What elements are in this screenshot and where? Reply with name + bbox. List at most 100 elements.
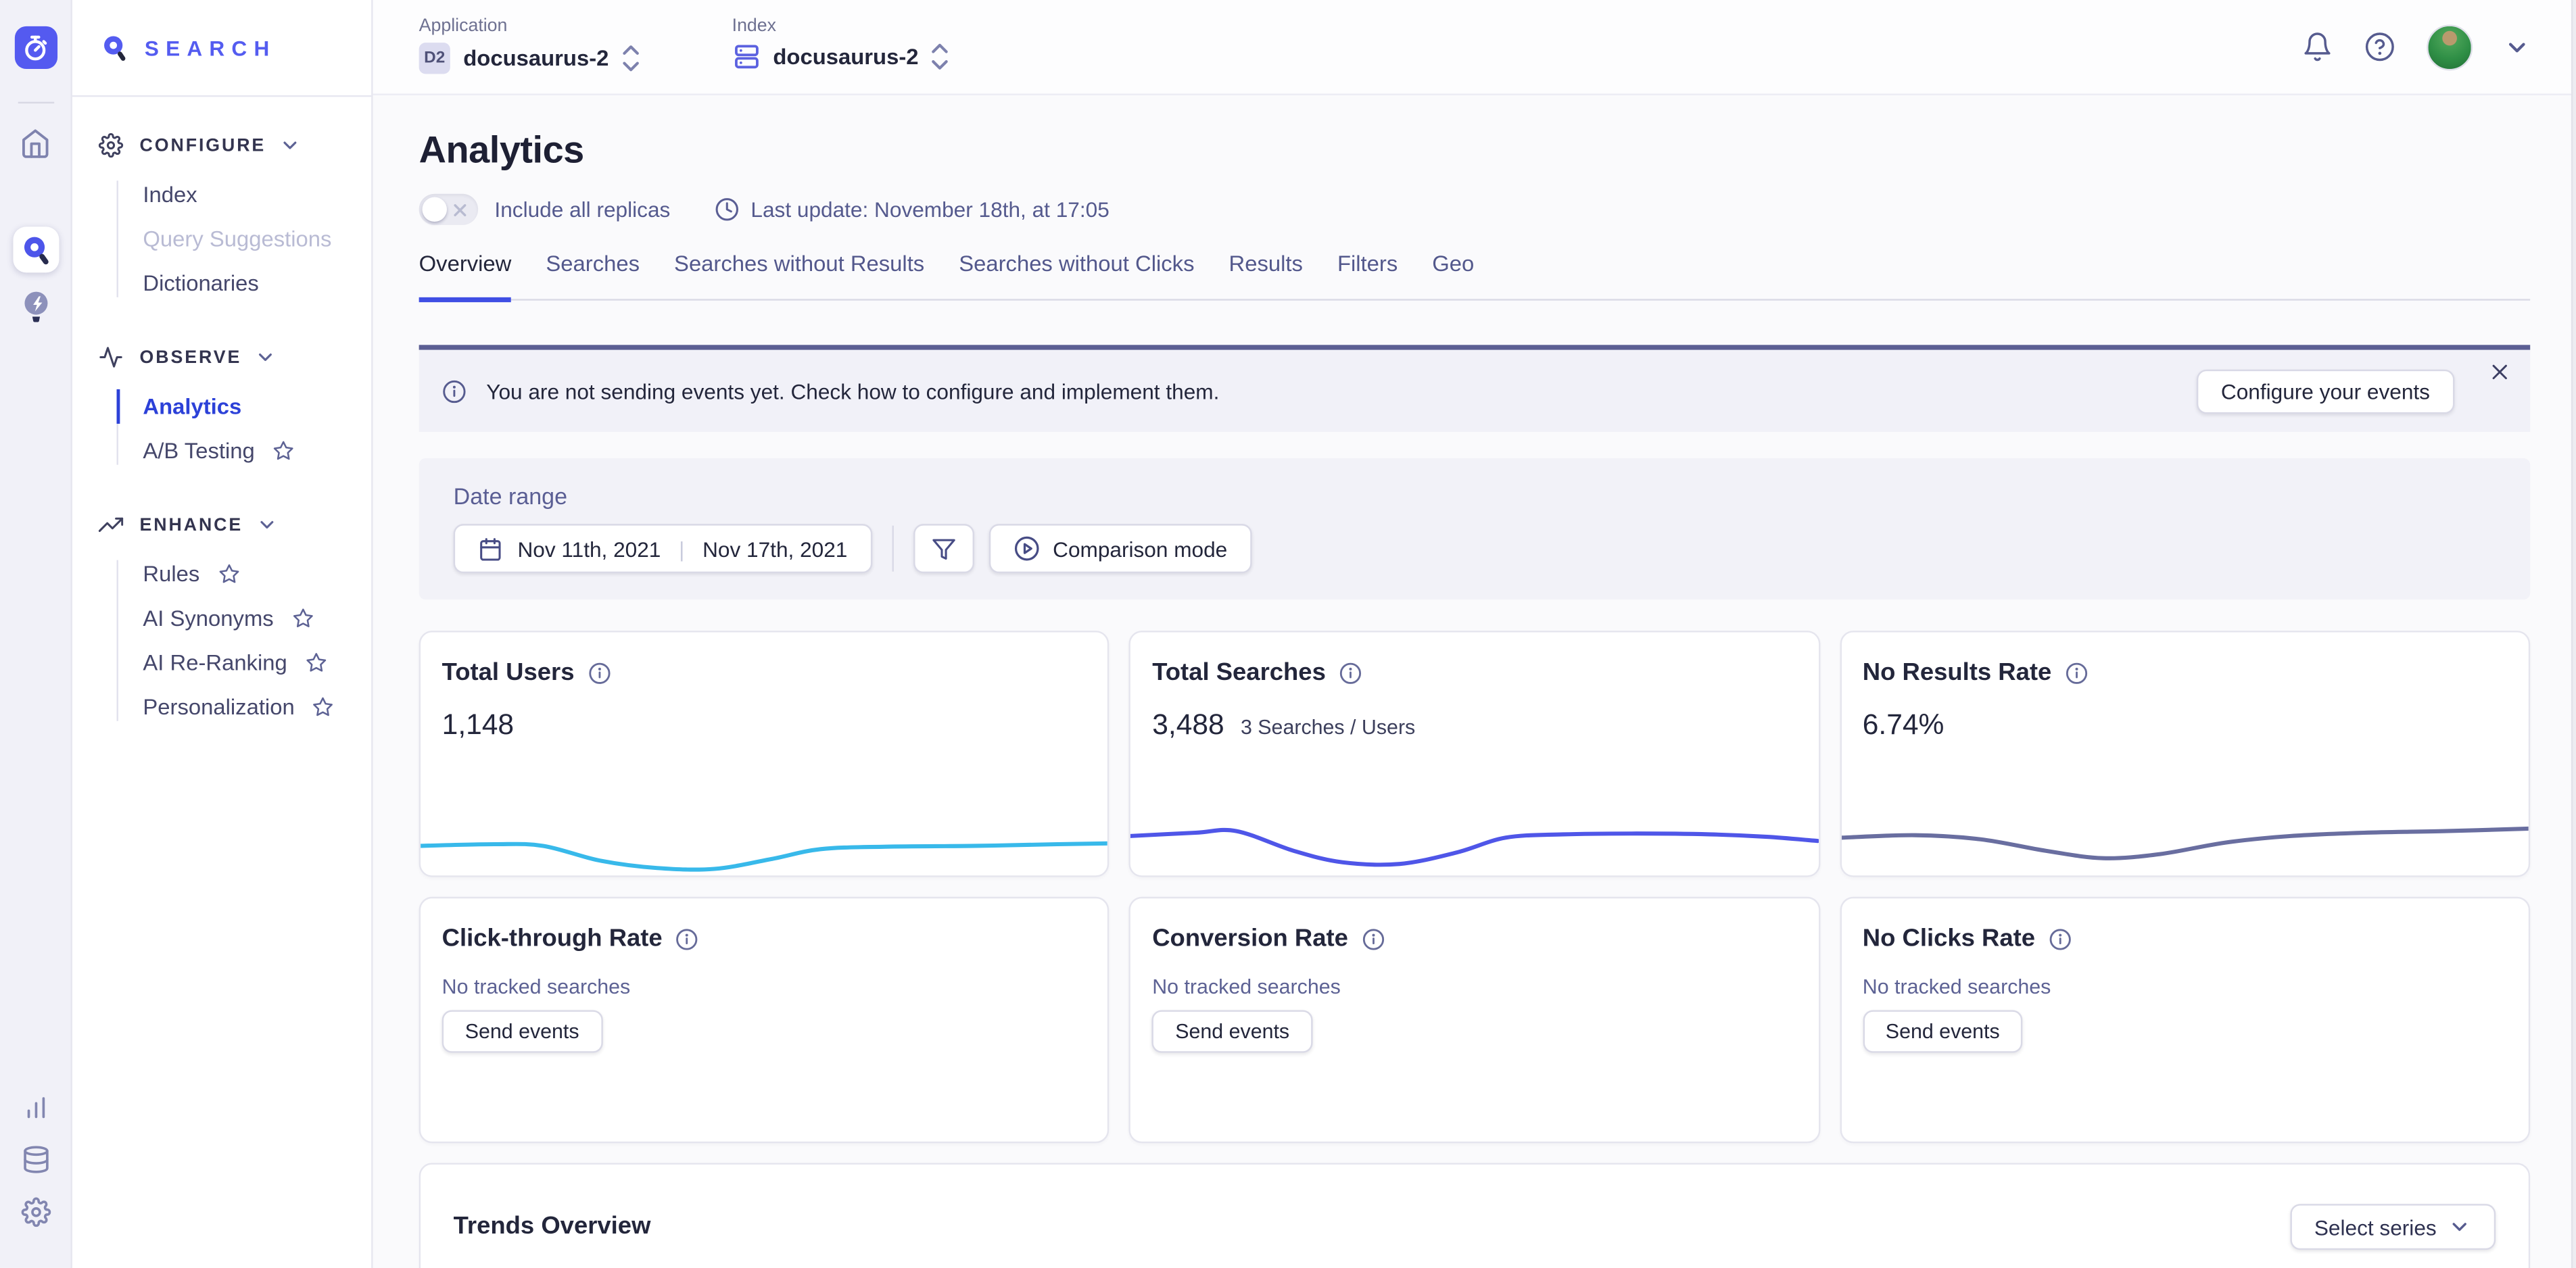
tab-filters[interactable]: Filters <box>1337 251 1398 299</box>
user-avatar[interactable] <box>2427 24 2473 70</box>
replicas-toggle-row: Include all replicas Last update: Novemb… <box>419 194 2531 225</box>
lightbulb-icon[interactable] <box>18 287 53 325</box>
include-replicas-toggle[interactable] <box>419 194 478 225</box>
scrollbar[interactable] <box>2571 0 2576 1268</box>
info-icon[interactable] <box>588 661 611 684</box>
star-icon[interactable] <box>312 696 334 718</box>
card-total-users: Total Users 1,148 <box>419 631 1110 877</box>
comparison-mode-button[interactable]: Comparison mode <box>988 524 1251 573</box>
select-series-button[interactable]: Select series <box>2289 1204 2496 1250</box>
info-icon <box>442 379 467 403</box>
star-icon[interactable] <box>305 652 327 674</box>
nav-section-label: ENHANCE <box>140 515 243 535</box>
index-label: Index <box>732 16 949 36</box>
app-window: SEARCH CONFIGURE Index <box>0 0 2576 1268</box>
nav-section-observe: OBSERVE Analytics A/B Testing <box>72 332 371 473</box>
card-no-results-rate: No Results Rate 6.74% <box>1840 631 2530 877</box>
home-icon[interactable] <box>20 128 51 160</box>
database-icon[interactable] <box>20 1145 50 1175</box>
info-icon[interactable] <box>2065 661 2088 684</box>
card-empty-text: No tracked searches <box>1863 975 2507 998</box>
info-icon[interactable] <box>675 927 698 950</box>
star-icon[interactable] <box>291 608 313 629</box>
help-icon[interactable] <box>2364 31 2395 62</box>
application-value: docusaurus-2 <box>463 46 609 70</box>
main-area: Application D2 docusaurus-2 Index <box>373 0 2576 1268</box>
sparkline-chart <box>421 810 1108 875</box>
sidebar-item-query-suggestions[interactable]: Query Suggestions <box>72 217 371 262</box>
tab-geo[interactable]: Geo <box>1432 251 1474 299</box>
nav-section-enhance: ENHANCE Rules AI Synonyms AI Re-Ranking <box>72 499 371 729</box>
last-update-text: Last update: November 18th, at 17:05 <box>750 197 1109 222</box>
page-title: Analytics <box>419 128 2531 171</box>
sidebar-item-dictionaries[interactable]: Dictionaries <box>72 261 371 306</box>
rail-divider <box>18 102 53 103</box>
tab-searches-without-results[interactable]: Searches without Results <box>674 251 924 299</box>
star-icon[interactable] <box>272 440 294 462</box>
bar-chart-icon[interactable] <box>20 1092 50 1122</box>
send-events-button[interactable]: Send events <box>442 1010 602 1052</box>
filter-funnel-button[interactable] <box>913 524 974 573</box>
card-value: 3,488 <box>1152 708 1224 742</box>
sidebar-item-ai-synonyms[interactable]: AI Synonyms <box>72 596 371 641</box>
card-empty-text: No tracked searches <box>442 975 1087 998</box>
tab-searches-without-clicks[interactable]: Searches without Clicks <box>959 251 1194 299</box>
gear-icon[interactable] <box>20 1197 50 1227</box>
info-icon[interactable] <box>2048 927 2071 950</box>
info-icon[interactable] <box>1339 661 1362 684</box>
index-selector[interactable]: docusaurus-2 <box>732 43 949 70</box>
sidebar: SEARCH CONFIGURE Index <box>72 0 373 1268</box>
sidebar-item-personalization[interactable]: Personalization <box>72 685 371 729</box>
search-icon[interactable] <box>12 226 58 272</box>
bell-icon[interactable] <box>2301 31 2333 62</box>
sidebar-item-index[interactable]: Index <box>72 172 371 217</box>
card-title: No Clicks Rate <box>1863 925 2035 952</box>
configure-events-button[interactable]: Configure your events <box>2196 369 2454 414</box>
card-empty-text: No tracked searches <box>1152 975 1796 998</box>
sparkline-chart <box>1131 810 1819 875</box>
gear-icon <box>99 133 123 157</box>
sidebar-item-label: Analytics <box>143 394 241 418</box>
nav-section-label: CONFIGURE <box>140 135 266 155</box>
send-events-button[interactable]: Send events <box>1863 1010 2023 1052</box>
sparkline-chart <box>1841 810 2529 875</box>
star-icon[interactable] <box>218 563 239 585</box>
analytics-tabs: Overview Searches Searches without Resul… <box>419 251 2531 301</box>
card-no-clicks-rate: No Clicks Rate No tracked searches Send … <box>1840 897 2530 1144</box>
tab-overview[interactable]: Overview <box>419 251 512 302</box>
sidebar-item-rules[interactable]: Rules <box>72 552 371 596</box>
nav-head-configure[interactable]: CONFIGURE <box>72 120 371 170</box>
search-product-logo[interactable]: SEARCH <box>72 0 371 95</box>
sidebar-item-label: A/B Testing <box>143 439 254 463</box>
funnel-icon <box>931 536 955 560</box>
tab-results[interactable]: Results <box>1229 251 1303 299</box>
nav-head-enhance[interactable]: ENHANCE <box>72 499 371 550</box>
sidebar-item-ab-testing[interactable]: A/B Testing <box>72 429 371 473</box>
play-circle-icon <box>1013 535 1040 562</box>
card-total-searches: Total Searches 3,488 3 Searches / Users <box>1129 631 1819 877</box>
banner-message: You are not sending events yet. Check ho… <box>486 379 1219 403</box>
card-title: Conversion Rate <box>1152 925 1348 952</box>
sidebar-item-analytics[interactable]: Analytics <box>72 385 371 429</box>
timer-app-icon[interactable] <box>14 26 57 69</box>
select-chevrons-icon <box>622 45 638 72</box>
sidebar-item-label: Index <box>143 182 197 207</box>
chevron-down-icon[interactable] <box>2504 34 2530 60</box>
icon-rail <box>0 0 72 1268</box>
calendar-icon <box>478 536 502 560</box>
send-events-button[interactable]: Send events <box>1152 1010 1312 1052</box>
date-end: Nov 17th, 2021 <box>702 536 847 560</box>
info-icon[interactable] <box>1361 927 1384 950</box>
metric-cards-row-2: Click-through Rate No tracked searches S… <box>419 897 2531 1144</box>
application-badge: D2 <box>419 43 450 74</box>
sidebar-item-ai-re-ranking[interactable]: AI Re-Ranking <box>72 641 371 685</box>
select-series-label: Select series <box>2314 1215 2437 1239</box>
nav-head-observe[interactable]: OBSERVE <box>72 332 371 383</box>
application-selector[interactable]: D2 docusaurus-2 <box>419 43 638 74</box>
sidebar-item-label: Personalization <box>143 695 294 719</box>
date-range-button[interactable]: Nov 11th, 2021 | Nov 17th, 2021 <box>454 524 872 573</box>
tab-searches[interactable]: Searches <box>546 251 640 299</box>
filter-divider <box>892 526 893 572</box>
close-icon[interactable] <box>2489 362 2510 383</box>
index-rack-icon <box>732 43 760 70</box>
